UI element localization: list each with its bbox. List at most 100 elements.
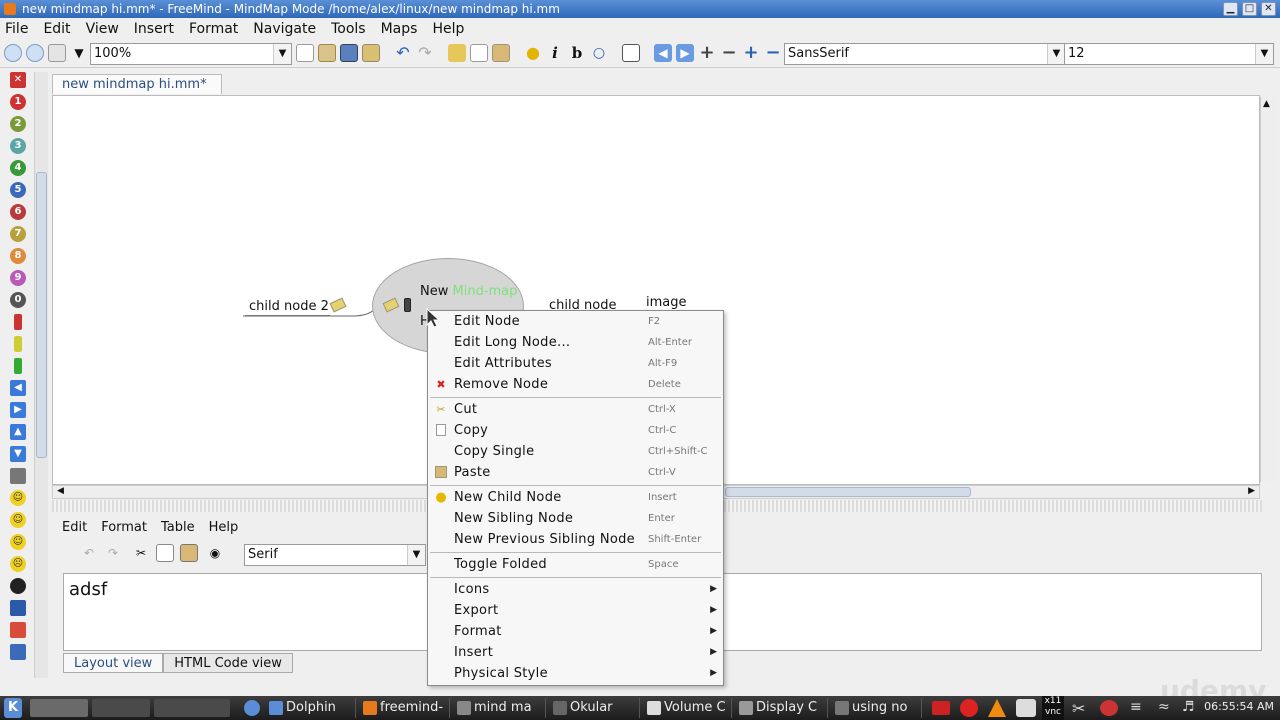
note-text[interactable]: adsf xyxy=(69,579,107,600)
tab-mindmap[interactable]: new mindmap hi.mm* xyxy=(52,74,222,94)
scroll-up-icon[interactable]: ▲ xyxy=(1263,99,1270,109)
image-node[interactable]: image xyxy=(646,295,687,310)
task-using-no[interactable]: using no xyxy=(832,698,922,718)
redo-icon[interactable]: ↷ xyxy=(416,44,434,62)
paste-icon[interactable] xyxy=(180,544,198,562)
arrow-right-icon[interactable]: ▶ xyxy=(676,44,694,62)
task-volume-control[interactable]: Volume C xyxy=(644,698,732,718)
update-notifier-icon[interactable] xyxy=(1100,700,1118,716)
new-map-icon[interactable] xyxy=(296,44,314,62)
undo-icon[interactable]: ↶ xyxy=(80,544,98,562)
browser-launcher-icon[interactable] xyxy=(244,700,260,716)
task-display-config[interactable]: Display C xyxy=(736,698,828,718)
menu-tools[interactable]: Tools xyxy=(331,21,366,37)
scissors-icon[interactable]: ✂ xyxy=(1072,699,1085,718)
priority-8-icon[interactable]: 8 xyxy=(10,248,26,264)
bold-icon[interactable]: b xyxy=(568,44,586,62)
table-icon[interactable] xyxy=(622,44,640,62)
network-icon[interactable]: ≡ xyxy=(1130,699,1142,715)
desktop-pager-3[interactable] xyxy=(154,699,230,717)
smiley-oh-icon[interactable]: ☺ xyxy=(10,534,26,550)
scroll-right-icon[interactable]: ▶ xyxy=(1248,486,1255,496)
tab-layout-view[interactable]: Layout view xyxy=(63,653,164,673)
cut-icon[interactable]: ✂ xyxy=(132,544,150,562)
book-icon[interactable] xyxy=(10,600,26,616)
editor-menu-format[interactable]: Format xyxy=(101,520,147,535)
menu-item-edit-node[interactable]: Edit Node F2 xyxy=(428,312,723,333)
k-menu-button[interactable]: K xyxy=(4,698,22,718)
zoom-in-icon[interactable]: + xyxy=(698,44,716,62)
menu-file[interactable]: File xyxy=(5,21,28,37)
folder-icon[interactable] xyxy=(10,644,26,660)
priority-3-icon[interactable]: 3 xyxy=(10,138,26,154)
priority-9-icon[interactable]: 9 xyxy=(10,270,26,286)
editor-menu-edit[interactable]: Edit xyxy=(62,520,87,535)
menu-insert[interactable]: Insert xyxy=(134,21,174,37)
priority-5-icon[interactable]: 5 xyxy=(10,182,26,198)
paste-toolbar-icon[interactable] xyxy=(492,44,510,62)
volume-icon[interactable]: ♬ xyxy=(1182,699,1195,715)
editor-menu-table[interactable]: Table xyxy=(161,520,195,535)
save-icon[interactable] xyxy=(340,44,358,62)
close-button[interactable]: ✕ xyxy=(1261,2,1276,16)
remove-icons-icon[interactable]: ✕ xyxy=(10,72,26,88)
filter-icon[interactable]: ▼ xyxy=(70,44,88,62)
editor-font-combo[interactable]: Serif ▼ xyxy=(244,544,426,566)
priority-0-icon[interactable]: 0 xyxy=(10,292,26,308)
bomb-icon[interactable] xyxy=(10,578,26,594)
menu-format[interactable]: Format xyxy=(189,21,238,37)
back-icon[interactable] xyxy=(4,44,22,62)
chevron-down-icon[interactable]: ▼ xyxy=(1255,44,1273,64)
arrow-down-icon[interactable]: ▼ xyxy=(10,446,26,462)
smiley-happy-icon[interactable]: ☺ xyxy=(10,490,26,506)
arrow-left-icon[interactable]: ◀ xyxy=(10,380,26,396)
home-icon[interactable] xyxy=(10,622,26,638)
menu-item-copy-single[interactable]: Copy Single Ctrl+Shift-C xyxy=(428,442,723,463)
arrow-up-icon[interactable]: ▲ xyxy=(10,424,26,440)
zoom-out-icon[interactable]: − xyxy=(720,44,738,62)
redo-icon[interactable]: ↷ xyxy=(104,544,122,562)
icon-palette-scrollbar[interactable] xyxy=(34,72,48,678)
pencil-icon[interactable] xyxy=(10,468,26,484)
save-as-icon[interactable] xyxy=(362,44,380,62)
map-vertical-scrollbar[interactable]: ▲ xyxy=(1260,97,1276,482)
wifi-icon[interactable]: ≈ xyxy=(1158,699,1170,715)
root-node-text[interactable]: New Mind-map xyxy=(420,284,517,299)
find-icon[interactable]: ◉ xyxy=(206,544,224,562)
chevron-down-icon[interactable]: ▼ xyxy=(273,44,291,64)
menu-help[interactable]: Help xyxy=(432,21,464,37)
menu-item-toggle-folded[interactable]: Toggle Folded Space xyxy=(428,555,723,576)
tab-html-code-view[interactable]: HTML Code view xyxy=(163,653,293,673)
copy-icon[interactable] xyxy=(156,544,174,562)
italic-icon[interactable]: i xyxy=(546,44,564,62)
cloud-icon[interactable]: ○ xyxy=(590,44,608,62)
menu-item-edit-attributes[interactable]: Edit Attributes Alt-F9 xyxy=(428,354,723,375)
smiley-bad-icon[interactable]: ☹ xyxy=(10,556,26,572)
stop-icon[interactable] xyxy=(960,699,978,717)
horizontal-scroll-thumb[interactable] xyxy=(725,487,971,497)
font-larger-icon[interactable]: + xyxy=(742,44,760,62)
menu-item-physical-style[interactable]: Physical Style ▶ xyxy=(428,664,723,685)
chevron-down-icon[interactable]: ▼ xyxy=(1047,44,1065,64)
task-okular[interactable]: Okular xyxy=(550,698,640,718)
menu-item-new-sibling-node[interactable]: New Sibling Node Enter xyxy=(428,509,723,530)
traffic-light-yellow-icon[interactable] xyxy=(14,336,22,352)
task-dolphin[interactable]: Dolphin xyxy=(266,698,356,718)
menu-item-paste[interactable]: Paste Ctrl-V xyxy=(428,463,723,484)
scroll-left-icon[interactable]: ◀ xyxy=(57,486,64,496)
open-icon[interactable] xyxy=(318,44,336,62)
traffic-light-red-icon[interactable] xyxy=(14,314,22,330)
menu-item-new-child-node[interactable]: ● New Child Node Insert xyxy=(428,488,723,509)
menu-view[interactable]: View xyxy=(86,21,119,37)
arrow-left-icon[interactable]: ◀ xyxy=(654,44,672,62)
smiley-neutral-icon[interactable]: ☺ xyxy=(10,512,26,528)
editor-menu-help[interactable]: Help xyxy=(209,520,239,535)
menu-item-icons[interactable]: Icons ▶ xyxy=(428,580,723,601)
klipper-icon[interactable] xyxy=(1016,699,1036,717)
priority-7-icon[interactable]: 7 xyxy=(10,226,26,242)
chevron-down-icon[interactable]: ▼ xyxy=(407,545,425,565)
menu-edit[interactable]: Edit xyxy=(43,21,70,37)
lightbulb-toolbar-icon[interactable]: ● xyxy=(524,44,542,62)
menu-navigate[interactable]: Navigate xyxy=(253,21,316,37)
traffic-light-green-icon[interactable] xyxy=(14,358,22,374)
